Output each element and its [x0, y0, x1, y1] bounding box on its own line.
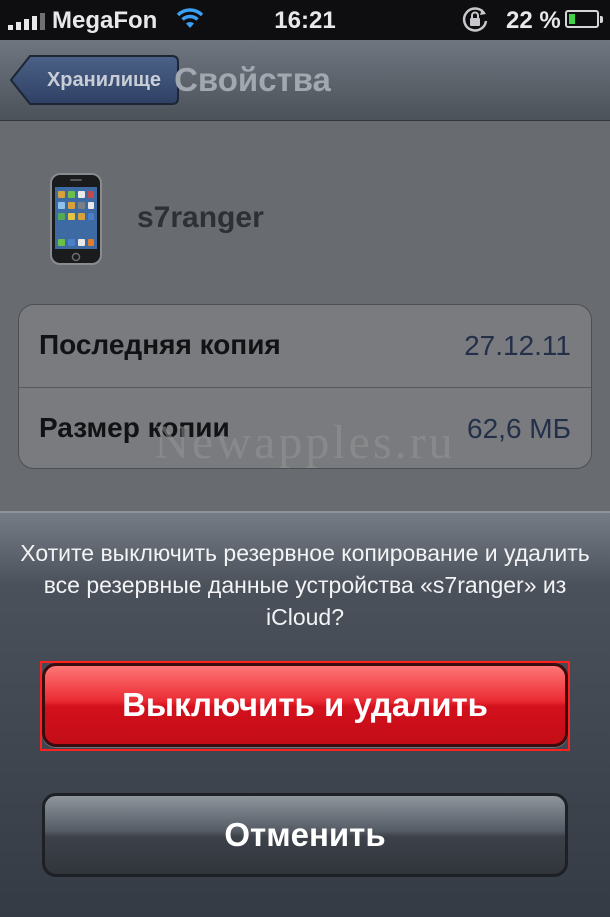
page-title: Свойства [174, 61, 331, 98]
table-row: Последняя копия 27.12.11 [19, 305, 591, 387]
action-sheet-message: Хотите выключить резервное копирование и… [20, 540, 590, 630]
battery-icon [565, 10, 603, 28]
device-name: s7ranger [137, 201, 264, 234]
last-backup-value: 27.12.11 [464, 330, 571, 361]
cancel-button[interactable]: Отменить [42, 793, 568, 877]
iphone-icon [50, 173, 102, 270]
action-sheet: Хотите выключить резервное копирование и… [0, 511, 610, 917]
watermark: Newapples.ru [154, 416, 456, 469]
battery-percent: 22 % [506, 7, 561, 34]
last-backup-label: Последняя копия [39, 329, 281, 360]
status-bar: MegaFon 16:21 22 % [0, 0, 610, 40]
orientation-lock-icon [460, 5, 490, 42]
navigation-bar: Хранилище Свойства [0, 40, 610, 121]
disable-and-delete-button[interactable]: Выключить и удалить [42, 663, 568, 747]
